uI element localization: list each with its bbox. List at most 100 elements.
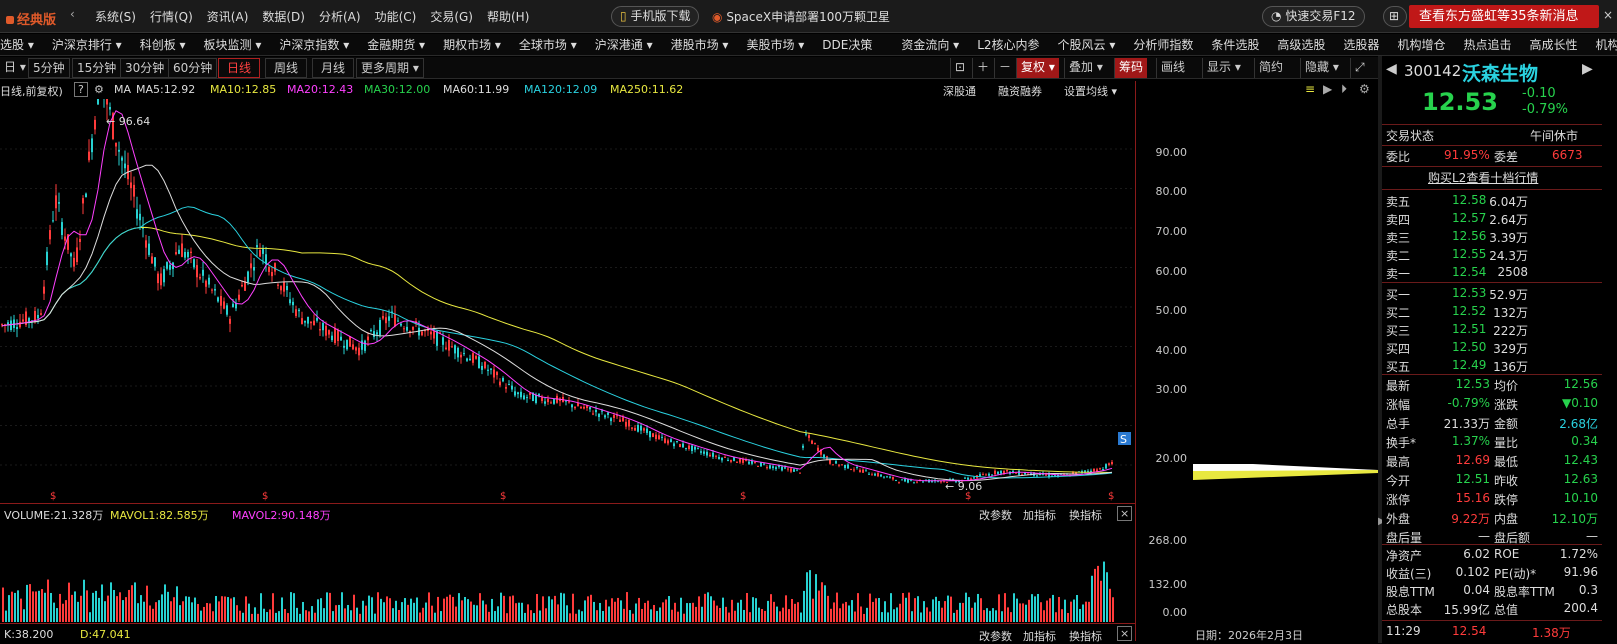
ma-settings-dropdown[interactable]: 设置均线 ▾ bbox=[1064, 83, 1117, 99]
volume-bar bbox=[89, 612, 91, 622]
vol-switch-indicator-button[interactable]: 换指标 bbox=[1069, 507, 1102, 523]
menu-help[interactable]: 帮助(H) bbox=[487, 8, 529, 25]
candle-body bbox=[517, 392, 519, 395]
period-more-dropdown[interactable]: 更多周期 ▾ bbox=[356, 58, 424, 78]
lock-icon[interactable]: ⊡ bbox=[950, 58, 969, 78]
nav-item[interactable]: 热点追击 bbox=[1454, 34, 1520, 55]
stat-value: -0.79% bbox=[1447, 396, 1490, 410]
display-dropdown[interactable]: 显示 ▾ bbox=[1202, 58, 1245, 78]
fullscreen-icon[interactable]: ⤢ bbox=[1350, 58, 1369, 78]
kdj-params-button[interactable]: 改参数 bbox=[979, 628, 1012, 644]
news-ticker[interactable]: ◉ SpaceX申请部署100万颗卫星 bbox=[712, 8, 890, 25]
vol-params-button[interactable]: 改参数 bbox=[979, 507, 1012, 523]
chip-tool-icon[interactable]: ≡ bbox=[1305, 82, 1315, 96]
candle-body bbox=[982, 474, 984, 476]
kdj-close-icon[interactable]: × bbox=[1117, 626, 1133, 641]
menu-analysis[interactable]: 分析(A) bbox=[319, 8, 361, 25]
nav-item[interactable]: 港股市场 ▾ bbox=[662, 34, 738, 55]
nav-item[interactable]: 个股风云 ▾ bbox=[1049, 34, 1125, 55]
period-15min[interactable]: 15分钟 bbox=[72, 58, 122, 78]
hide-dropdown[interactable]: 隐藏 ▾ bbox=[1300, 58, 1343, 78]
period-day-dropdown[interactable]: 日 ▾ bbox=[0, 58, 30, 78]
chip-settings-icon[interactable]: ⚙ bbox=[1359, 82, 1370, 96]
nav-item[interactable]: 全球市场 ▾ bbox=[510, 34, 586, 55]
period-60min[interactable]: 60分钟 bbox=[168, 58, 218, 78]
menu-info[interactable]: 资讯(A) bbox=[207, 8, 249, 25]
zoom-out-icon[interactable]: － bbox=[994, 58, 1015, 78]
sgt-link[interactable]: 深股通 bbox=[943, 83, 976, 99]
zoom-in-icon[interactable]: ＋ bbox=[972, 58, 993, 78]
nav-item[interactable]: 条件选股 bbox=[1202, 34, 1268, 55]
kdj-add-indicator-button[interactable]: 加指标 bbox=[1023, 628, 1056, 644]
buy-l2-link[interactable]: 购买L2查看十档行情 bbox=[1428, 169, 1538, 186]
brand[interactable]: 经典版 bbox=[6, 9, 56, 28]
menu-function[interactable]: 功能(C) bbox=[375, 8, 417, 25]
menu-system[interactable]: 系统(S) bbox=[95, 8, 136, 25]
side-strip[interactable] bbox=[1602, 56, 1617, 643]
period-5min[interactable]: 5分钟 bbox=[28, 58, 70, 78]
nav-item[interactable]: 选股器 bbox=[1334, 34, 1388, 55]
nav-item[interactable]: 资金流向 ▾ bbox=[881, 34, 968, 55]
period-weekly[interactable]: 周线 bbox=[265, 58, 308, 78]
menu-data[interactable]: 数据(D) bbox=[262, 8, 305, 25]
candle-body bbox=[97, 99, 99, 105]
prev-icon[interactable]: ‹ bbox=[70, 7, 75, 21]
play-icon[interactable]: ▶ bbox=[1323, 82, 1333, 96]
nav-item[interactable]: 高成长性 bbox=[1520, 34, 1586, 55]
nav-item[interactable]: 科创板 ▾ bbox=[131, 34, 195, 55]
quick-trade-button[interactable]: ◔ 快速交易F12 bbox=[1262, 6, 1365, 27]
volume-bar bbox=[650, 609, 652, 622]
nav-item[interactable]: 美股市场 ▾ bbox=[737, 34, 813, 55]
news-alert-button[interactable]: 查看东方盛虹等35条新消息 bbox=[1409, 5, 1599, 28]
volume-bar bbox=[251, 613, 253, 622]
nav-item[interactable]: 金融期货 ▾ bbox=[358, 34, 434, 55]
volume-bar bbox=[983, 610, 985, 622]
nav-item[interactable]: 高级选股 bbox=[1268, 34, 1334, 55]
next-stock-icon[interactable]: ▶ bbox=[1582, 61, 1593, 77]
close-icon[interactable]: × bbox=[1603, 8, 1613, 22]
period-30min[interactable]: 30分钟 bbox=[120, 58, 170, 78]
draw-button[interactable]: 画线 bbox=[1156, 58, 1189, 78]
stock-name[interactable]: 沃森生物 bbox=[1462, 59, 1538, 86]
signal-mark: $ bbox=[50, 491, 56, 502]
kdj-switch-indicator-button[interactable]: 换指标 bbox=[1069, 628, 1102, 644]
help-icon[interactable]: ? bbox=[74, 82, 88, 97]
nav-item[interactable]: 选股 ▾ bbox=[0, 34, 43, 55]
volume-bar bbox=[509, 596, 511, 622]
nav-item[interactable]: 板块监测 ▾ bbox=[195, 34, 271, 55]
fq-dropdown[interactable]: 复权 ▾ bbox=[1016, 58, 1059, 78]
menu-quote[interactable]: 行情(Q) bbox=[150, 8, 193, 25]
nav-item[interactable]: 沪深京排行 ▾ bbox=[43, 34, 131, 55]
nav-item[interactable]: 沪深京指数 ▾ bbox=[270, 34, 358, 55]
nav-item[interactable]: DDE决策 bbox=[813, 34, 881, 55]
kdj-k-value: K:38.200 bbox=[4, 628, 54, 641]
step-icon[interactable]: ⏵ bbox=[1341, 82, 1347, 96]
menu-trade[interactable]: 交易(G) bbox=[430, 8, 473, 25]
period-daily[interactable]: 日线 bbox=[218, 58, 261, 78]
nav-item[interactable]: 期权市场 ▾ bbox=[434, 34, 510, 55]
prev-stock-icon[interactable]: ◀ bbox=[1386, 61, 1397, 77]
overlay-dropdown[interactable]: 叠加 ▾ bbox=[1064, 58, 1107, 78]
candle-body bbox=[94, 119, 96, 130]
volume-bar bbox=[467, 599, 469, 622]
mobile-download-button[interactable]: ▯ 手机版下载 bbox=[611, 6, 700, 27]
nav-item[interactable]: 沪深港通 ▾ bbox=[586, 34, 662, 55]
period-monthly[interactable]: 月线 bbox=[312, 58, 355, 78]
nav-item[interactable]: 分析师指数 bbox=[1124, 34, 1202, 55]
nav-item[interactable]: L2核心内参 bbox=[968, 34, 1048, 55]
candle-body bbox=[238, 294, 240, 300]
simple-button[interactable]: 简约 bbox=[1254, 58, 1287, 78]
kline-chart[interactable]: ← 96.64 ← 9.06 S $ $ $ $ $ $ bbox=[0, 99, 1135, 503]
margin-link[interactable]: 融资融券 bbox=[998, 83, 1042, 99]
candle-body bbox=[196, 265, 198, 278]
settings-icon[interactable]: ⚙ bbox=[94, 83, 104, 96]
volume-bar bbox=[281, 597, 283, 622]
vol-close-icon[interactable]: × bbox=[1117, 506, 1133, 521]
chip-button[interactable]: 筹码 bbox=[1114, 58, 1148, 78]
grid-icon[interactable]: ⊞ bbox=[1383, 6, 1407, 27]
nav-item[interactable]: 机构布局 bbox=[1586, 34, 1617, 55]
bid-label: 买五 bbox=[1386, 360, 1411, 374]
candle-body bbox=[988, 473, 990, 476]
vol-add-indicator-button[interactable]: 加指标 bbox=[1023, 507, 1056, 523]
nav-item[interactable]: 机构增仓 bbox=[1388, 34, 1454, 55]
